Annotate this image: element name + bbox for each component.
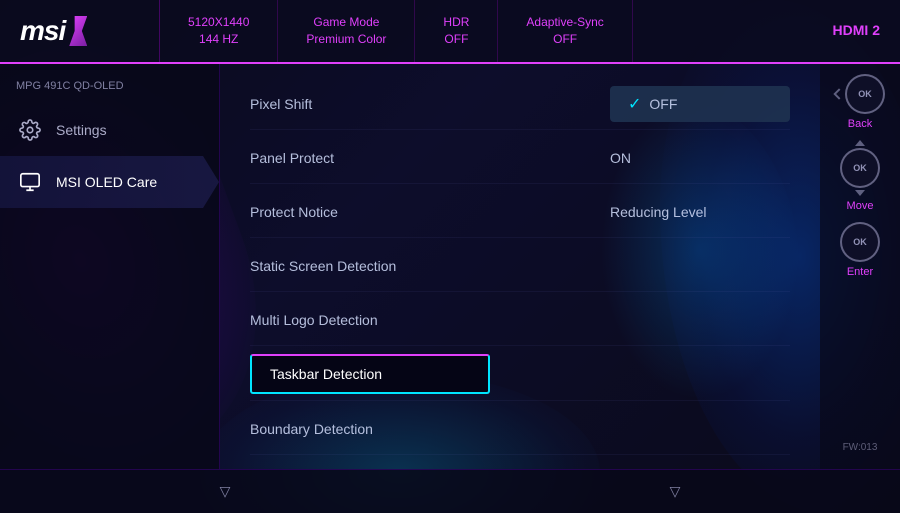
main-panel: Pixel Shift ✓ OFF Panel Protect ON Prote… (220, 64, 820, 469)
menu-row-pixel-shift[interactable]: Pixel Shift ✓ OFF (250, 78, 790, 130)
panel-protect-label: Panel Protect (250, 150, 610, 166)
arrow-down-left: ▽ (220, 483, 231, 500)
menu-row-taskbar[interactable]: Taskbar Detection (250, 348, 790, 401)
back-button[interactable]: Back (835, 74, 885, 130)
boundary-label: Boundary Detection (250, 421, 790, 437)
enter-label: Enter (847, 266, 873, 278)
bottom-bar: ▽ ▽ (0, 469, 900, 513)
gear-icon (16, 116, 44, 144)
move-label: Move (847, 200, 874, 212)
menu-row-protect-notice[interactable]: Protect Notice Reducing Level (250, 186, 790, 238)
header-hdmi: HDMI 2 (805, 0, 900, 62)
header-nav: 5120X1440 144 HZ Game Mode Premium Color… (160, 0, 900, 62)
content-area: MPG 491C QD-OLED Settings (0, 64, 900, 469)
menu-row-static-screen[interactable]: Static Screen Detection (250, 240, 790, 292)
enter-btn-circle[interactable] (840, 222, 880, 262)
move-button[interactable]: Move (840, 140, 880, 212)
sidebar-item-oled-care[interactable]: MSI OLED Care (0, 156, 219, 208)
header-game-mode: Game Mode Premium Color (278, 0, 415, 62)
menu-row-multi-logo[interactable]: Multi Logo Detection (250, 294, 790, 346)
protect-notice-value: Reducing Level (610, 204, 790, 220)
menu-row-panel-protect[interactable]: Panel Protect ON (250, 132, 790, 184)
protect-notice-label: Protect Notice (250, 204, 610, 220)
header: msi 5120X1440 144 HZ Game Mode Premium C… (0, 0, 900, 64)
back-btn-circle[interactable] (845, 74, 885, 114)
header-adaptive-sync: Adaptive-Sync OFF (498, 0, 632, 62)
menu-row-boundary[interactable]: Boundary Detection (250, 403, 790, 455)
msi-logo: msi (20, 15, 65, 47)
sidebar-settings-label: Settings (56, 122, 107, 138)
move-btn-circle[interactable] (840, 148, 880, 188)
monitor-model: MPG 491C QD-OLED (0, 74, 219, 104)
firmware-label: FW:013 (843, 442, 878, 459)
pixel-shift-label: Pixel Shift (250, 96, 610, 112)
pixel-shift-value[interactable]: ✓ OFF (610, 86, 790, 122)
sidebar: MPG 491C QD-OLED Settings (0, 64, 220, 469)
logo-section: msi (0, 0, 160, 62)
panel-protect-value: ON (610, 150, 790, 166)
static-screen-label: Static Screen Detection (250, 258, 790, 274)
sidebar-item-settings[interactable]: Settings (0, 104, 219, 156)
taskbar-label: Taskbar Detection (270, 366, 382, 382)
sidebar-oled-label: MSI OLED Care (56, 174, 157, 190)
taskbar-focused-box[interactable]: Taskbar Detection (250, 354, 490, 394)
left-arrow-icon (833, 88, 844, 99)
check-icon: ✓ (628, 94, 641, 114)
header-resolution: 5120X1440 144 HZ (160, 0, 278, 62)
arrow-down-right: ▽ (670, 483, 681, 500)
monitor-icon (16, 168, 44, 196)
multi-logo-label: Multi Logo Detection (250, 312, 790, 328)
right-controls: Back Move Enter FW:013 (820, 64, 900, 469)
enter-button[interactable]: Enter (840, 222, 880, 278)
header-hdr: HDR OFF (415, 0, 498, 62)
back-label: Back (848, 118, 872, 130)
